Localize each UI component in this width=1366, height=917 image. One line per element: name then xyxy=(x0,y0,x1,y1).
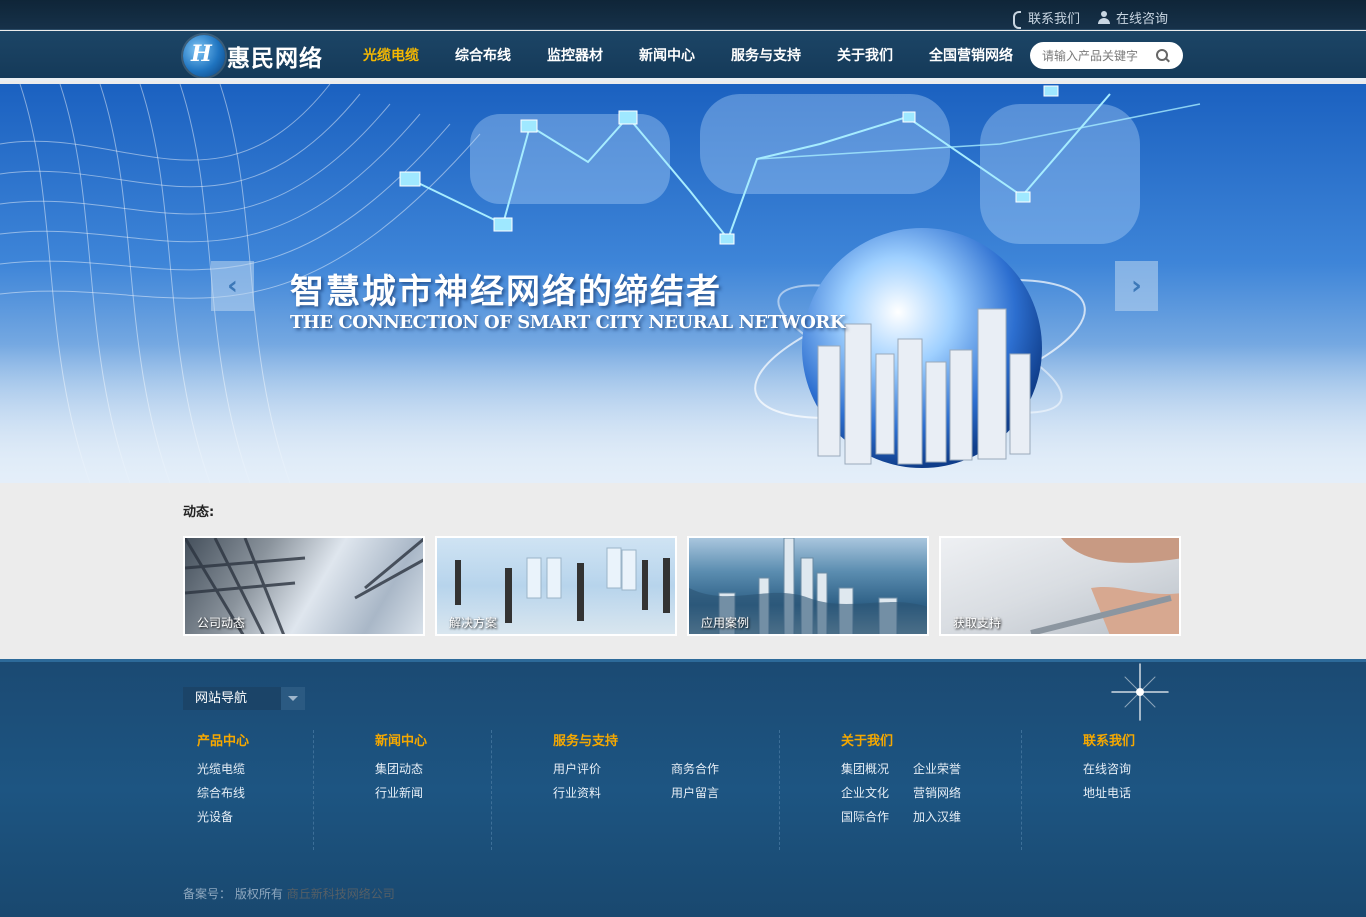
footer-divider xyxy=(313,730,314,850)
footer-divider xyxy=(779,730,780,850)
footer-divider xyxy=(491,730,492,850)
footer-col-links: 集团动态 行业新闻 xyxy=(375,760,427,800)
phone-icon xyxy=(1010,10,1022,29)
nav-item-cabling[interactable]: 综合布线 xyxy=(437,31,529,81)
site-footer: 网站导航 产品中心 光缆电缆 综合布线 光设备 新闻中心 集团动态 行业新闻 服… xyxy=(0,659,1366,917)
logo-mark: H xyxy=(183,35,225,77)
banner-subtitle: THE CONNECTION OF SMART CITY NEURAL NETW… xyxy=(290,312,846,333)
nav-item-sales-network[interactable]: 全国营销网络 xyxy=(911,31,1031,81)
hero-banner: 智慧城市神经网络的缔结者 THE CONNECTION OF SMART CIT… xyxy=(0,84,1366,483)
site-nav-dropdown[interactable]: 网站导航 xyxy=(183,687,305,710)
footer-link[interactable]: 地址电话 xyxy=(1083,784,1135,800)
footer-col-title[interactable]: 服务与支持 xyxy=(553,730,751,749)
footer-col-title[interactable]: 联系我们 xyxy=(1083,730,1135,749)
footer-link[interactable]: 企业荣誉 xyxy=(913,760,985,776)
footer-divider xyxy=(1021,730,1022,850)
footer-link[interactable]: 营销网络 xyxy=(913,784,985,800)
main-nav: 光缆电缆 综合布线 监控器材 新闻中心 服务与支持 关于我们 全国营销网络 xyxy=(345,31,1031,81)
banner-title: 智慧城市神经网络的缔结者 xyxy=(290,272,722,312)
card-solutions[interactable]: 解决方案 xyxy=(435,536,677,636)
footer-link[interactable]: 行业新闻 xyxy=(375,784,427,800)
online-consult-label: 在线咨询 xyxy=(1115,12,1168,27)
footer-col-news: 新闻中心 集团动态 行业新闻 xyxy=(375,730,427,800)
news-label: 动态: xyxy=(183,505,215,520)
news-section: 动态: 公司动态 解决方案 应用案例 获取支持 xyxy=(0,483,1366,659)
chevron-right-icon: › xyxy=(1131,271,1142,301)
nav-item-monitoring[interactable]: 监控器材 xyxy=(529,31,621,81)
footer-link[interactable]: 用户评价 xyxy=(553,760,671,776)
sparkle-icon xyxy=(1111,663,1169,721)
banner-prev-button[interactable]: ‹ xyxy=(211,261,254,311)
nav-item-cables[interactable]: 光缆电缆 xyxy=(345,31,437,81)
footer-link[interactable]: 集团动态 xyxy=(375,760,427,776)
contact-us-label: 联系我们 xyxy=(1027,12,1080,27)
user-icon xyxy=(1097,10,1110,25)
contact-us-link[interactable]: 联系我们 xyxy=(1010,8,1080,29)
card-company-news[interactable]: 公司动态 xyxy=(183,536,425,636)
footer-col-products: 产品中心 光缆电缆 综合布线 光设备 xyxy=(197,730,249,824)
footer-link[interactable]: 商务合作 xyxy=(671,760,751,776)
card-caption: 获取支持 xyxy=(953,616,1002,630)
footer-col-links: 在线咨询 地址电话 xyxy=(1083,760,1135,800)
footer-col-about: 关于我们 集团概况 企业荣誉 企业文化 营销网络 国际合作 加入汉维 xyxy=(841,730,985,824)
nav-item-service[interactable]: 服务与支持 xyxy=(713,31,819,81)
chevron-left-icon: ‹ xyxy=(227,271,238,301)
footer-col-links: 集团概况 企业荣誉 企业文化 营销网络 国际合作 加入汉维 xyxy=(841,760,985,824)
site-nav-label: 网站导航 xyxy=(195,691,248,706)
company-name: 商丘新科技网络公司 xyxy=(286,887,395,901)
card-caption: 解决方案 xyxy=(449,616,498,630)
online-consult-link[interactable]: 在线咨询 xyxy=(1097,8,1168,27)
footer-link[interactable]: 光设备 xyxy=(197,808,249,824)
footer-link[interactable]: 行业资料 xyxy=(553,784,671,800)
top-links: 联系我们 在线咨询 xyxy=(1010,8,1168,29)
card-caption: 应用案例 xyxy=(701,616,750,630)
footer-col-service: 服务与支持 用户评价 商务合作 行业资料 用户留言 xyxy=(553,730,751,800)
footer-link[interactable]: 光缆电缆 xyxy=(197,760,249,776)
nav-item-about[interactable]: 关于我们 xyxy=(819,31,911,81)
footer-col-title[interactable]: 产品中心 xyxy=(197,730,249,749)
footer-col-links: 光缆电缆 综合布线 光设备 xyxy=(197,760,249,824)
record-label: 备案号： xyxy=(183,887,232,901)
rights-label: 版权所有 xyxy=(234,887,283,901)
site-logo[interactable]: H 惠民网络 xyxy=(183,35,323,77)
site-header: H 惠民网络 光缆电缆 综合布线 监控器材 新闻中心 服务与支持 关于我们 全国… xyxy=(0,31,1366,81)
footer-col-contact: 联系我们 在线咨询 地址电话 xyxy=(1083,730,1135,800)
top-utility-bar: 联系我们 在线咨询 xyxy=(0,0,1366,30)
logo-text: 惠民网络 xyxy=(227,46,323,72)
footer-link[interactable]: 国际合作 xyxy=(841,808,913,824)
card-caption: 公司动态 xyxy=(197,616,246,630)
footer-col-links: 用户评价 商务合作 行业资料 用户留言 xyxy=(553,760,751,800)
footer-link[interactable]: 企业文化 xyxy=(841,784,913,800)
card-case-studies[interactable]: 应用案例 xyxy=(687,536,929,636)
card-get-support[interactable]: 获取支持 xyxy=(939,536,1181,636)
footer-link[interactable]: 用户留言 xyxy=(671,784,751,800)
nav-item-news[interactable]: 新闻中心 xyxy=(621,31,713,81)
footer-link[interactable]: 综合布线 xyxy=(197,784,249,800)
footer-col-title[interactable]: 关于我们 xyxy=(841,730,985,749)
chevron-down-icon xyxy=(281,687,305,710)
footer-link[interactable]: 在线咨询 xyxy=(1083,760,1135,776)
footer-link[interactable]: 加入汉维 xyxy=(913,808,985,824)
news-cards: 公司动态 解决方案 应用案例 获取支持 xyxy=(183,536,1181,636)
footer-col-title[interactable]: 新闻中心 xyxy=(375,730,427,749)
footer-link[interactable]: 集团概况 xyxy=(841,760,913,776)
search-box xyxy=(1030,42,1183,69)
search-icon[interactable] xyxy=(1156,48,1170,63)
copyright-line: 备案号： 版权所有 商丘新科技网络公司 xyxy=(183,885,395,902)
search-input[interactable] xyxy=(1042,48,1152,63)
banner-next-button[interactable]: › xyxy=(1115,261,1158,311)
